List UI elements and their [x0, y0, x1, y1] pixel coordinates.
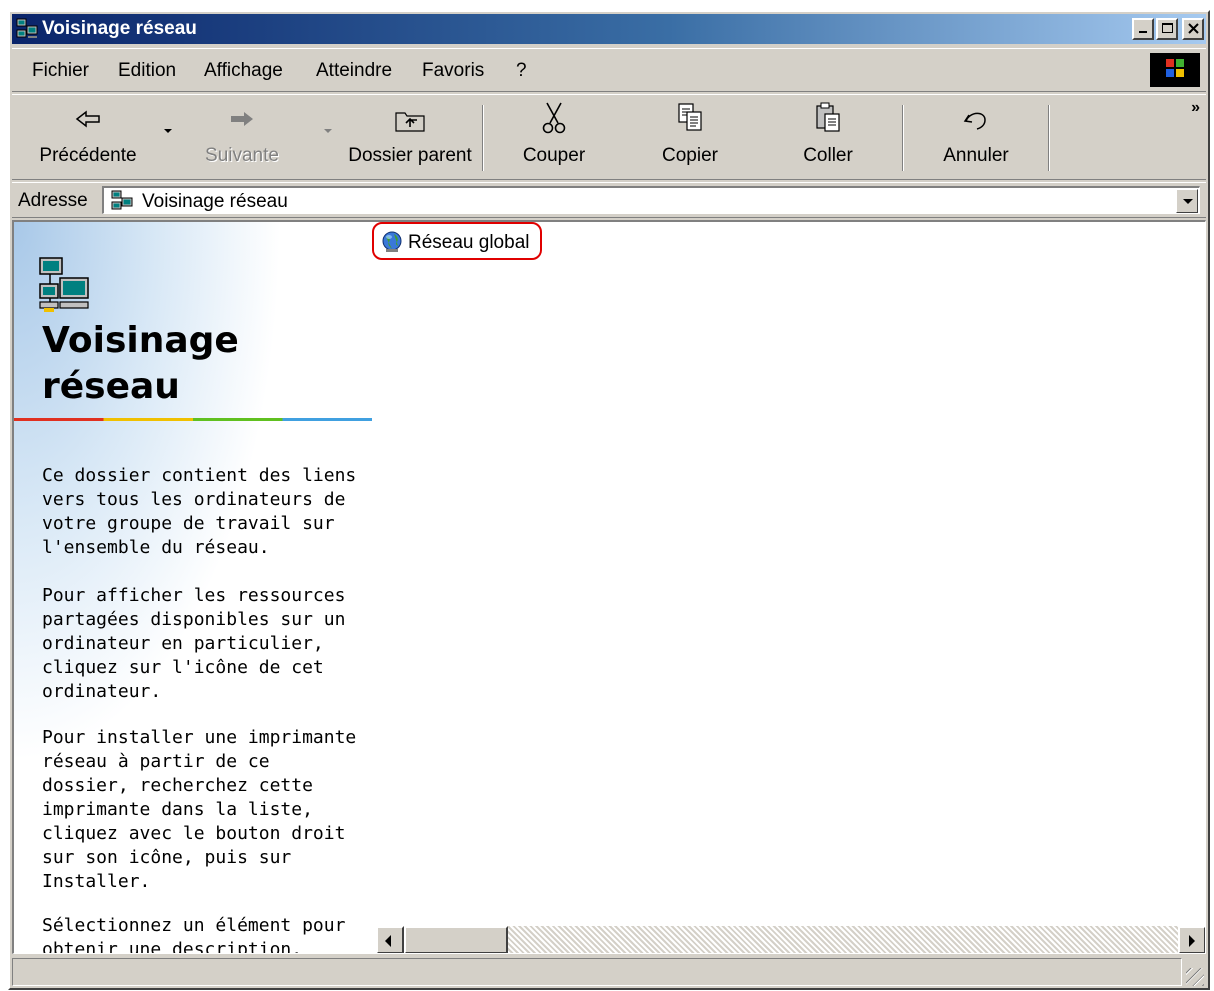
- copy-button[interactable]: Copier: [638, 99, 742, 175]
- network-neighborhood-icon: [16, 18, 38, 38]
- standard-toolbar: Précédente Suivante Dossier parent Coupe…: [12, 94, 1206, 180]
- forward-dropdown-icon[interactable]: [324, 129, 332, 133]
- close-icon: [1188, 23, 1199, 34]
- network-item-label: Réseau global: [408, 232, 530, 253]
- menu-atteindre[interactable]: Atteindre: [316, 60, 392, 82]
- description-paragraph: Sélectionnez un élément pour obtenir une…: [42, 915, 346, 953]
- forward-label: Suivante: [205, 145, 279, 166]
- explorer-window: Voisinage réseau Fichier Edition Afficha…: [8, 10, 1210, 990]
- paste-button[interactable]: Coller: [776, 99, 880, 175]
- folder-content: Voisinage réseau Ce dossier contient des…: [12, 220, 1206, 954]
- menu-favoris[interactable]: Favoris: [422, 60, 484, 82]
- address-dropdown-button[interactable]: [1176, 189, 1198, 213]
- menu-affichage[interactable]: Affichage: [204, 60, 283, 82]
- web-view-info-pane: Voisinage réseau Ce dossier contient des…: [14, 222, 376, 953]
- toolbar-separator: [1048, 105, 1050, 171]
- maximize-button[interactable]: [1156, 18, 1178, 40]
- scroll-right-button[interactable]: [1178, 926, 1205, 953]
- up-folder-label: Dossier parent: [348, 145, 472, 166]
- resize-grip-icon[interactable]: [1186, 968, 1204, 986]
- description-paragraph: Pour installer une imprimante réseau à p…: [42, 727, 357, 892]
- back-dropdown-icon[interactable]: [164, 129, 172, 133]
- folder-up-icon: [395, 112, 425, 132]
- minimize-icon: [1139, 31, 1147, 33]
- undo-button[interactable]: Annuler: [924, 99, 1028, 175]
- scroll-left-button[interactable]: [376, 926, 404, 953]
- toolbar-separator: [482, 105, 484, 171]
- copy-label: Copier: [662, 145, 718, 166]
- windows-logo-icon: [1150, 53, 1200, 87]
- window-title: Voisinage réseau: [42, 18, 197, 39]
- description-paragraph: Pour afficher les ressources partagées d…: [42, 585, 346, 702]
- network-computers-icon: [39, 257, 89, 312]
- address-value: Voisinage réseau: [142, 191, 288, 212]
- undo-label: Annuler: [943, 145, 1009, 166]
- title-bar[interactable]: Voisinage réseau: [12, 14, 1206, 44]
- network-item-reseau-global[interactable]: Réseau global: [372, 222, 542, 260]
- pane-title-line-2: réseau: [42, 366, 180, 407]
- back-button[interactable]: Précédente: [26, 99, 150, 175]
- rainbow-divider: [14, 418, 372, 421]
- menu-fichier[interactable]: Fichier: [32, 60, 89, 82]
- address-label: Adresse: [18, 190, 88, 211]
- maximize-icon: [1162, 23, 1173, 33]
- toolbar-separator: [902, 105, 904, 171]
- menu-bar: Fichier Edition Affichage Atteindre Favo…: [12, 48, 1206, 92]
- globe-network-icon: [382, 231, 402, 252]
- horizontal-scrollbar[interactable]: [376, 926, 1205, 953]
- menu-edition[interactable]: Edition: [118, 60, 176, 82]
- undo-icon: [963, 112, 986, 130]
- scroll-thumb[interactable]: [404, 926, 508, 953]
- back-arrow-icon: [75, 110, 100, 128]
- copy-icon: [678, 103, 702, 131]
- pane-title: Voisinage réseau: [42, 318, 372, 410]
- address-bar: Adresse Voisinage réseau: [12, 182, 1206, 218]
- cut-button[interactable]: Couper: [502, 99, 606, 175]
- forward-arrow-icon: [231, 112, 253, 126]
- cut-label: Couper: [522, 145, 586, 166]
- status-bar: [12, 956, 1206, 988]
- close-button[interactable]: [1182, 18, 1204, 40]
- address-input[interactable]: Voisinage réseau: [102, 186, 1200, 214]
- toolbar-overflow-chevron-icon[interactable]: »: [1191, 99, 1200, 117]
- description-paragraph: Ce dossier contient des liens vers tous …: [42, 465, 357, 558]
- scissors-icon: [542, 102, 566, 134]
- minimize-button[interactable]: [1132, 18, 1154, 40]
- paste-label: Coller: [803, 145, 853, 166]
- paste-icon: [816, 102, 840, 132]
- status-panel: [12, 958, 1182, 986]
- up-folder-button[interactable]: Dossier parent: [342, 99, 478, 175]
- menu-help[interactable]: ?: [516, 60, 527, 82]
- network-neighborhood-icon: [111, 190, 133, 210]
- back-label: Précédente: [39, 145, 137, 166]
- forward-button[interactable]: Suivante: [190, 99, 294, 175]
- pane-title-line-1: Voisinage: [42, 320, 239, 361]
